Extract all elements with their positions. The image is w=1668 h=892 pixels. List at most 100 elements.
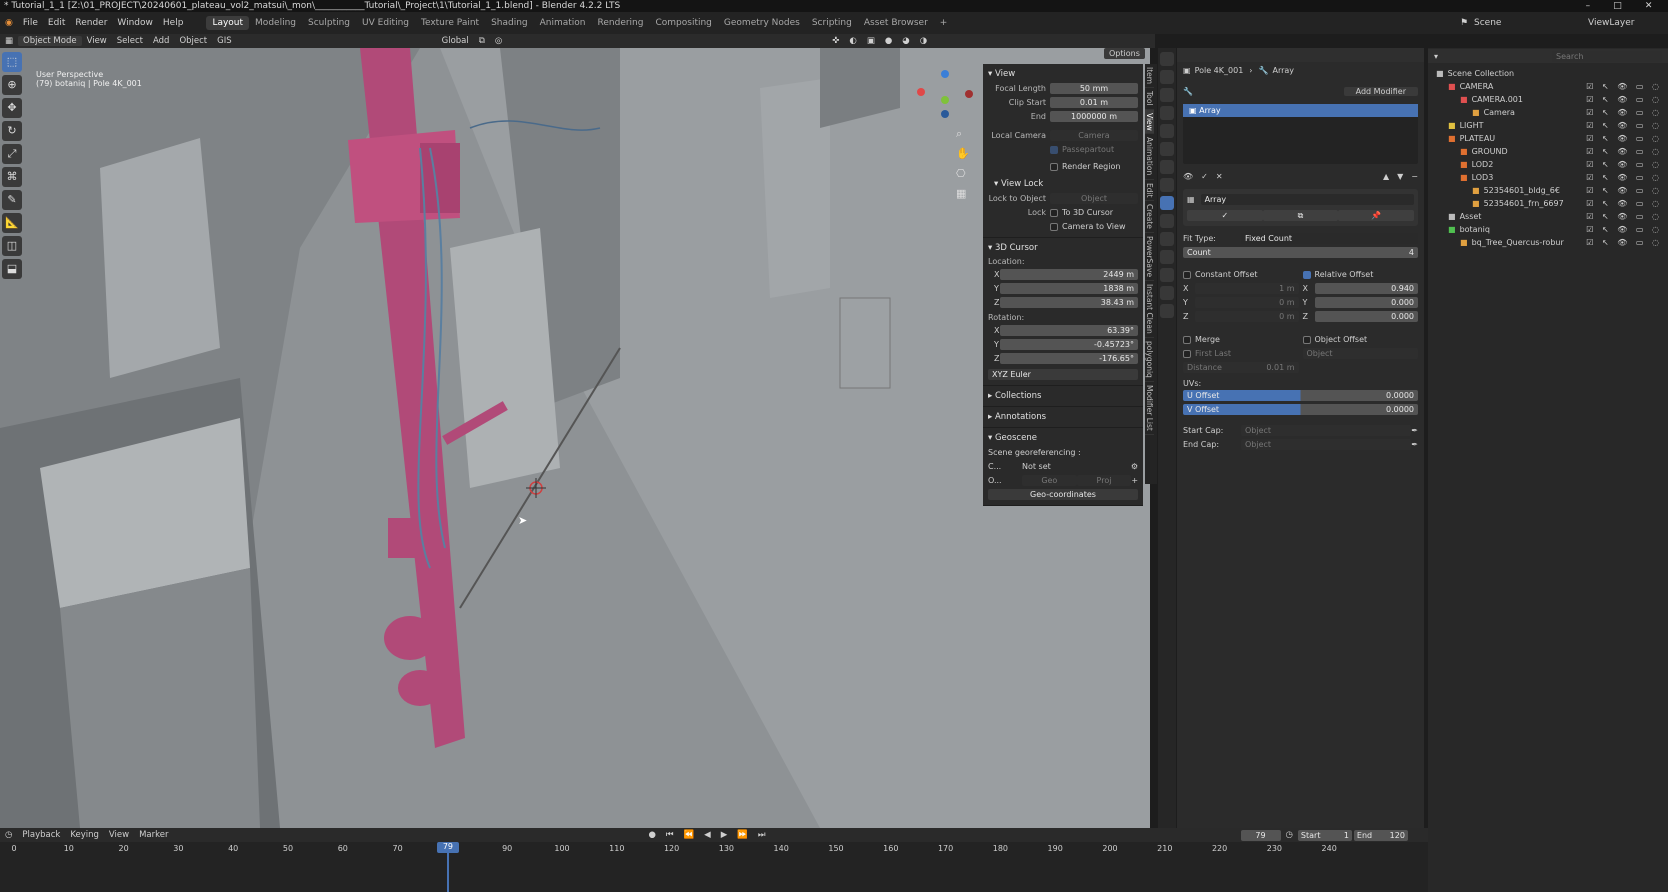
blender-logo-icon[interactable]: ◉ [0, 18, 18, 28]
outliner-row[interactable]: ■ botaniq ☑ ↖ 👁 ▭ ◌ [1428, 223, 1668, 236]
gizmo-x-axis[interactable] [917, 88, 925, 96]
modifier-stack-item[interactable]: ▣ Array [1183, 104, 1418, 117]
tab-polygoniq[interactable]: polygoniq [1145, 338, 1154, 382]
play-icon[interactable]: ▶ [716, 830, 733, 840]
camera-view-icon[interactable]: ⎔ [956, 164, 970, 184]
workspace-tab-animation[interactable]: Animation [534, 16, 592, 30]
proportional-edit-icon[interactable]: ◎ [490, 36, 507, 46]
overlay-toggle-icon[interactable]: ◐ [844, 36, 861, 46]
shading-material-icon[interactable]: ◕ [897, 36, 914, 46]
constraints-tab-icon[interactable] [1160, 250, 1174, 264]
output-tab-icon[interactable] [1160, 88, 1174, 102]
rotate-tool-icon[interactable]: ↻ [2, 121, 22, 141]
view-lock-header[interactable]: ▾ View Lock [988, 177, 1138, 191]
tab-create[interactable]: Create [1145, 201, 1154, 234]
visibility-toggles[interactable]: ☑ ↖ 👁 ▭ ◌ [1586, 93, 1662, 106]
first-last-checkbox[interactable]: First Last [1183, 349, 1231, 358]
check-icon[interactable]: ✓ [1201, 172, 1208, 181]
pan-hand-icon[interactable]: ✋ [956, 144, 970, 164]
visibility-toggles[interactable]: ☑ ↖ 👁 ▭ ◌ [1586, 106, 1662, 119]
menu-file[interactable]: File [18, 18, 43, 28]
extrude-tool-icon[interactable]: ⬓ [2, 259, 22, 279]
workspace-tab-asset-browser[interactable]: Asset Browser [858, 16, 934, 30]
copy-button[interactable]: ⧉ [1262, 210, 1339, 221]
frame-ruler[interactable]: 0102030405060708090100110120130140150160… [0, 844, 1428, 856]
workspace-tab-modeling[interactable]: Modeling [249, 16, 302, 30]
texture-tab-icon[interactable] [1160, 304, 1174, 318]
outliner-row[interactable]: ■ Scene Collection [1428, 67, 1668, 80]
clip-start-field[interactable]: 0.01 m [1050, 97, 1138, 108]
next-keyframe-icon[interactable]: ⏩ [732, 830, 753, 840]
particles-tab-icon[interactable] [1160, 214, 1174, 228]
3d-viewport[interactable]: User Perspective (79) botaniq | Pole 4K_… [0, 48, 1150, 828]
menu-add[interactable]: Add [148, 36, 174, 46]
constant-offset-checkbox[interactable]: Constant Offset [1183, 270, 1258, 279]
workspace-tab-shading[interactable]: Shading [485, 16, 534, 30]
outliner-row[interactable]: ■ LIGHT ☑ ↖ 👁 ▭ ◌ [1428, 119, 1668, 132]
gizmo-toggle-icon[interactable]: ✜ [827, 36, 844, 46]
annotate-tool-icon[interactable]: ✎ [2, 190, 22, 210]
workspace-tab-uv-editing[interactable]: UV Editing [356, 16, 415, 30]
visibility-toggles[interactable]: ☑ ↖ 👁 ▭ ◌ [1586, 80, 1662, 93]
focal-length-field[interactable]: 50 mm [1050, 83, 1138, 94]
visibility-toggles[interactable]: ☑ ↖ 👁 ▭ ◌ [1586, 236, 1662, 249]
gear-icon[interactable]: ⚙ [1131, 462, 1138, 471]
modifier-stack-list[interactable]: ▣ Array [1183, 104, 1418, 164]
constant-offset-y[interactable]: 0 m [1195, 297, 1299, 308]
visibility-toggles[interactable]: ☑ ↖ 👁 ▭ ◌ [1586, 171, 1662, 184]
to-3d-cursor-checkbox[interactable]: To 3D Cursor [1050, 208, 1113, 217]
end-cap-field[interactable]: Object [1241, 439, 1412, 450]
add-workspace-button[interactable]: + [934, 16, 954, 30]
tab-edit[interactable]: Edit [1145, 180, 1154, 202]
mode-selector[interactable]: Object Mode [18, 36, 82, 46]
tab-instant-clean[interactable]: Instant Clean [1145, 281, 1154, 339]
maximize-icon[interactable]: □ [1613, 0, 1622, 12]
cursor-rotation-x[interactable]: 63.39° [1000, 325, 1138, 336]
transform-tool-icon[interactable]: ⌘ [2, 167, 22, 187]
select-box-tool-icon[interactable]: ⬚ [2, 52, 22, 72]
outliner-row[interactable]: ■ LOD3 ☑ ↖ 👁 ▭ ◌ [1428, 171, 1668, 184]
measure-tool-icon[interactable]: 📐 [2, 213, 22, 233]
workspace-tab-compositing[interactable]: Compositing [649, 16, 717, 30]
object-offset-checkbox[interactable]: Object Offset [1302, 335, 1367, 344]
shading-solid-icon[interactable]: ● [880, 36, 897, 46]
world-tab-icon[interactable] [1160, 142, 1174, 156]
outliner-row[interactable]: ■ 52354601_frn_6697 ☑ ↖ 👁 ▭ ◌ [1428, 197, 1668, 210]
cursor-rotation-y[interactable]: -0.45723° [1000, 339, 1138, 350]
visibility-toggles[interactable]: ☑ ↖ 👁 ▭ ◌ [1586, 197, 1662, 210]
menu-help[interactable]: Help [158, 18, 189, 28]
gizmo-neg-x-axis[interactable] [965, 90, 973, 98]
outliner-row[interactable]: ■ CAMERA ☑ ↖ 👁 ▭ ◌ [1428, 80, 1668, 93]
x-icon[interactable]: ✕ [1216, 172, 1223, 181]
jump-end-icon[interactable]: ⏭ [753, 830, 771, 840]
workspace-tab-rendering[interactable]: Rendering [592, 16, 650, 30]
collections-section[interactable]: ▸ Collections [983, 386, 1143, 407]
object-tab-icon[interactable] [1160, 178, 1174, 192]
transform-orientation[interactable]: Global [437, 36, 474, 46]
geo-coordinates-button[interactable]: Geo-coordinates [988, 489, 1138, 500]
cursor-location-x[interactable]: 2449 m [1000, 269, 1138, 280]
relative-offset-y[interactable]: 0.000 [1314, 297, 1418, 308]
add-cube-tool-icon[interactable]: ◫ [2, 236, 22, 256]
modifier-name-field[interactable]: Array [1200, 194, 1414, 205]
minimize-icon[interactable]: – [1586, 0, 1591, 12]
tab-item[interactable]: Item [1145, 64, 1154, 89]
editor-type-icon[interactable]: ▦ [0, 36, 18, 46]
physics-tab-icon[interactable] [1160, 232, 1174, 246]
outliner-row[interactable]: ■ LOD2 ☑ ↖ 👁 ▭ ◌ [1428, 158, 1668, 171]
fit-type-dropdown[interactable]: Fixed Count [1241, 233, 1418, 244]
workspace-tab-geometry-nodes[interactable]: Geometry Nodes [718, 16, 806, 30]
playhead[interactable]: 79 [436, 842, 459, 892]
tab-animation[interactable]: Animation [1145, 134, 1154, 180]
tool-tab-icon[interactable] [1160, 52, 1174, 66]
outliner-row[interactable]: ■ CAMERA.001 ☑ ↖ 👁 ▭ ◌ [1428, 93, 1668, 106]
workspace-tab-layout[interactable]: Layout [206, 16, 250, 30]
visibility-toggles[interactable]: ☑ ↖ 👁 ▭ ◌ [1586, 145, 1662, 158]
scene-tab-icon[interactable] [1160, 124, 1174, 138]
material-tab-icon[interactable] [1160, 286, 1174, 300]
add-icon[interactable]: + [1131, 476, 1138, 485]
v-offset-field[interactable]: V Offset 0.0000 [1183, 404, 1418, 415]
data-tab-icon[interactable] [1160, 268, 1174, 282]
cursor-tool-icon[interactable]: ⊕ [2, 75, 22, 95]
u-offset-field[interactable]: U Offset 0.0000 [1183, 390, 1418, 401]
